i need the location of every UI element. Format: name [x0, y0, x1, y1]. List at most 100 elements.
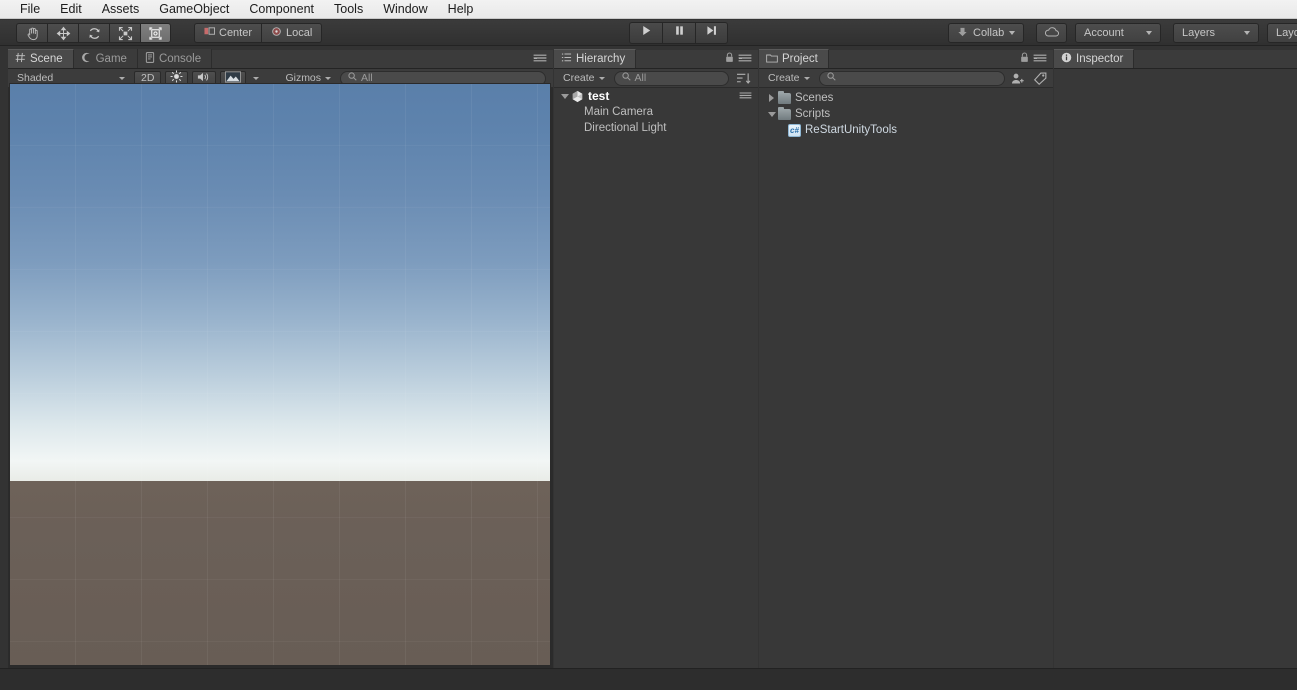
menu-item-tools[interactable]: Tools: [324, 0, 373, 19]
lock-icon[interactable]: [725, 50, 734, 68]
chevron-right-icon[interactable]: [765, 94, 778, 102]
project-item-restartunitytools[interactable]: c# ReStartUnityTools: [759, 122, 1053, 138]
menu-item-file[interactable]: File: [10, 0, 50, 19]
main-toolbar: Center Local: [0, 20, 1297, 46]
tab-hierarchy-label: Hierarchy: [576, 53, 625, 65]
cloud-button[interactable]: [1036, 23, 1067, 43]
search-icon: [622, 72, 631, 84]
menu-item-component[interactable]: Component: [239, 0, 324, 19]
chevron-down-icon[interactable]: [558, 94, 571, 99]
project-panel: Project Create: [759, 50, 1053, 668]
project-item-scenes[interactable]: Scenes: [759, 90, 1053, 106]
tab-console-label: Console: [159, 53, 201, 65]
tab-project[interactable]: Project: [759, 49, 829, 68]
lock-icon[interactable]: [1020, 50, 1029, 68]
move-icon: [56, 26, 71, 41]
hierarchy-create-label: Create: [563, 72, 595, 84]
hierarchy-panel: Hierarchy Create: [554, 50, 758, 668]
hierarchy-item-main-camera[interactable]: Main Camera: [554, 104, 758, 120]
tab-hierarchy[interactable]: Hierarchy: [554, 49, 636, 68]
collab-button[interactable]: Collab: [948, 23, 1024, 43]
ground-plane: [9, 481, 551, 666]
hamburger-menu-icon[interactable]: [533, 50, 547, 68]
menu-item-assets[interactable]: Assets: [92, 0, 150, 19]
cs-script-icon: c#: [788, 124, 801, 137]
info-icon: [1061, 52, 1072, 66]
scale-tool-button[interactable]: [109, 23, 140, 43]
gamepad-icon: [81, 52, 92, 66]
inspector-panel: Inspector: [1054, 50, 1297, 668]
step-button[interactable]: [695, 22, 728, 44]
rotation-mode-button[interactable]: Local: [261, 23, 322, 43]
hierarchy-tabrow: Hierarchy: [554, 50, 758, 69]
hierarchy-tree[interactable]: test Main Camera Directional Light: [554, 88, 758, 668]
unity-logo-icon: [571, 90, 584, 103]
hierarchy-item-directional-light[interactable]: Directional Light: [554, 120, 758, 136]
project-search-input[interactable]: [819, 71, 1005, 86]
hand-tool-button[interactable]: [16, 23, 47, 43]
collab-label: Collab: [973, 27, 1004, 39]
chevron-down-icon: [1009, 31, 1015, 35]
hierarchy-search-value: All: [635, 72, 647, 84]
project-item-label: Scripts: [795, 108, 830, 120]
project-tabrow: Project: [759, 50, 1053, 69]
move-tool-button[interactable]: [47, 23, 78, 43]
tab-inspector[interactable]: Inspector: [1054, 49, 1134, 68]
status-bar: [0, 668, 1297, 690]
menu-item-edit[interactable]: Edit: [50, 0, 92, 19]
rect-tool-button[interactable]: [140, 23, 171, 43]
project-item-scripts[interactable]: Scripts: [759, 106, 1053, 122]
hierarchy-create-dropdown[interactable]: Create: [558, 71, 610, 86]
scene-panel-tabicons: [533, 50, 553, 68]
project-tabicons: [1020, 50, 1053, 68]
pivot-mode-button[interactable]: Center: [194, 23, 261, 43]
layers-label: Layers: [1182, 27, 1215, 39]
layout-label: Layo: [1276, 27, 1297, 39]
project-tree[interactable]: Scenes Scripts c# ReStartUnityTools: [759, 88, 1053, 668]
layout-button[interactable]: Layo: [1267, 23, 1297, 43]
hierarchy-item-label: Directional Light: [584, 122, 666, 134]
project-create-dropdown[interactable]: Create: [763, 71, 815, 86]
chevron-down-icon: [599, 77, 605, 80]
rotation-local-icon: [271, 26, 282, 40]
menu-item-window[interactable]: Window: [373, 0, 437, 19]
pause-button[interactable]: [662, 22, 695, 44]
rotate-tool-button[interactable]: [78, 23, 109, 43]
hamburger-menu-icon[interactable]: [738, 50, 752, 68]
chevron-down-icon: [1146, 31, 1152, 35]
inspector-body: [1054, 69, 1297, 668]
project-item-label: ReStartUnityTools: [805, 124, 897, 136]
project-create-label: Create: [768, 72, 800, 84]
tab-game[interactable]: Game: [74, 49, 138, 68]
menu-item-gameobject[interactable]: GameObject: [149, 0, 239, 19]
account-button[interactable]: Account: [1075, 23, 1161, 43]
folder-icon: [778, 93, 791, 104]
play-button[interactable]: [629, 22, 662, 44]
menu-bar: File Edit Assets GameObject Component To…: [0, 0, 1297, 19]
collab-icon: [957, 26, 968, 40]
hierarchy-scene-root[interactable]: test: [554, 88, 758, 104]
hierarchy-search-input[interactable]: All: [614, 71, 729, 86]
project-item-label: Scenes: [795, 92, 833, 104]
layers-button[interactable]: Layers: [1173, 23, 1259, 43]
hierarchy-icon: [561, 52, 572, 66]
transform-tools-group: [16, 23, 171, 43]
play-icon: [640, 24, 653, 42]
filter-by-label-icon[interactable]: [1031, 72, 1049, 85]
scene-panel-tabrow: Scene Game Console: [8, 50, 553, 69]
hamburger-menu-icon[interactable]: [1033, 50, 1047, 68]
chevron-down-icon: [253, 77, 259, 80]
sort-icon[interactable]: [733, 72, 754, 85]
account-label: Account: [1084, 27, 1124, 39]
rotate-icon: [87, 26, 102, 41]
chevron-down-icon[interactable]: [765, 112, 778, 117]
folder-icon: [778, 109, 791, 120]
pivot-center-icon: [204, 26, 215, 40]
hamburger-menu-icon[interactable]: [739, 89, 752, 103]
filter-by-type-icon[interactable]: [1009, 72, 1027, 85]
tab-scene[interactable]: Scene: [8, 49, 74, 68]
scene-viewport[interactable]: [9, 83, 551, 666]
tab-console[interactable]: Console: [138, 49, 212, 68]
menu-item-help[interactable]: Help: [438, 0, 484, 19]
cloud-icon: [1044, 26, 1060, 41]
